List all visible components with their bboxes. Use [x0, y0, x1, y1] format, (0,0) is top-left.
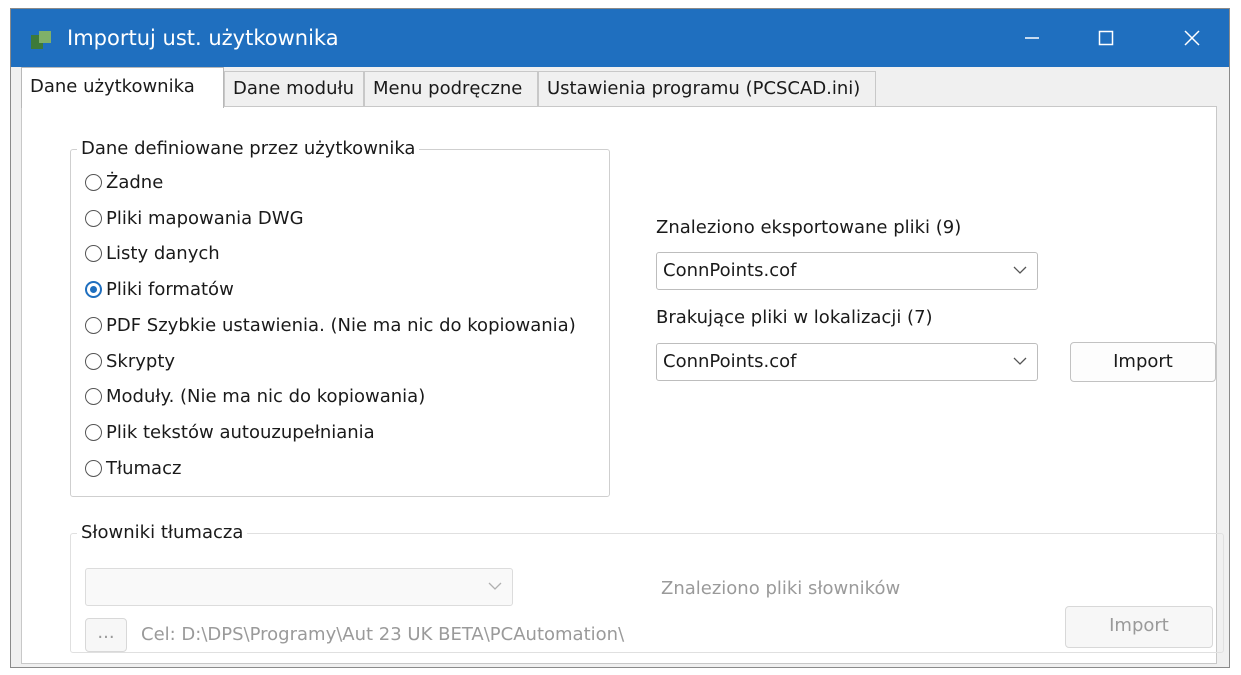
radio-label: Moduły. (Nie ma nic do kopiowania) — [106, 385, 426, 407]
select-value: ConnPoints.cof — [663, 351, 797, 372]
tab-strip: Dane użytkownika Dane modułu Menu podręc… — [11, 67, 1229, 108]
browse-button[interactable]: ... — [85, 618, 127, 652]
found-dictionaries-label: Znaleziono pliki słowników — [661, 578, 901, 599]
missing-files-select[interactable]: ConnPoints.cof — [656, 343, 1038, 381]
tab-user-data[interactable]: Dane użytkownika — [21, 67, 224, 108]
import-user-settings-window: Importuj ust. użytkownika Dane użytkowni… — [10, 8, 1230, 668]
group-legend: Dane definiowane przez użytkownika — [77, 137, 420, 161]
radio-pdf-quick-settings[interactable]: PDF Szybkie ustawienia. (Nie ma nic do k… — [85, 311, 576, 339]
radio-circle — [85, 209, 102, 227]
tab-panel-user-data: Dane definiowane przez użytkownika Żadne… — [21, 106, 1224, 664]
radio-circle — [85, 459, 102, 477]
radio-label: PDF Szybkie ustawienia. (Nie ma nic do k… — [106, 314, 576, 336]
exported-files-label: Znaleziono eksportowane pliki (9) — [656, 217, 962, 238]
radio-dwg-mapping[interactable]: Pliki mapowania DWG — [85, 204, 304, 232]
tab-context-menu[interactable]: Menu podręczne — [364, 71, 538, 106]
dictionary-select[interactable] — [85, 568, 513, 606]
radio-circle — [85, 244, 102, 262]
radio-data-lists[interactable]: Listy danych — [85, 239, 220, 267]
close-button[interactable] — [1155, 9, 1229, 67]
radio-circle — [85, 316, 102, 334]
chevron-down-icon — [1013, 266, 1027, 274]
close-icon — [1184, 30, 1200, 46]
radio-autocomplete-texts[interactable]: Plik tekstów autouzupełniania — [85, 418, 375, 446]
tab-module-data[interactable]: Dane modułu — [224, 71, 364, 106]
radio-circle — [85, 387, 102, 405]
dictionary-import-button[interactable]: Import — [1065, 606, 1213, 648]
title-bar[interactable]: Importuj ust. użytkownika — [11, 9, 1229, 67]
select-value: ConnPoints.cof — [663, 260, 797, 281]
radio-format-files[interactable]: Pliki formatów — [85, 275, 234, 303]
radio-label: Pliki formatów — [106, 278, 234, 300]
maximize-icon — [1098, 30, 1114, 46]
radio-modules[interactable]: Moduły. (Nie ma nic do kopiowania) — [85, 382, 425, 410]
app-icon — [31, 31, 51, 49]
radio-scripts[interactable]: Skrypty — [85, 347, 175, 375]
radio-none[interactable]: Żadne — [85, 168, 163, 196]
radio-circle-selected — [85, 280, 102, 298]
radio-label: Plik tekstów autouzupełniania — [106, 421, 375, 443]
window-title: Importuj ust. użytkownika — [67, 26, 339, 50]
import-button[interactable]: Import — [1070, 342, 1216, 382]
user-data-group: Dane definiowane przez użytkownika Żadne… — [70, 137, 610, 497]
group-legend: Słowniki tłumacza — [77, 521, 248, 545]
minimize-icon — [1025, 37, 1039, 39]
radio-label: Tłumacz — [106, 457, 182, 479]
tab-program-settings[interactable]: Ustawienia programu (PCSCAD.ini) — [538, 71, 876, 106]
exported-files-select[interactable]: ConnPoints.cof — [656, 252, 1038, 290]
radio-label: Żadne — [106, 171, 164, 193]
radio-circle — [85, 352, 102, 370]
radio-translator[interactable]: Tłumacz — [85, 454, 181, 482]
chevron-down-icon — [1013, 357, 1027, 365]
radio-label: Listy danych — [106, 242, 220, 264]
radio-circle — [85, 173, 102, 191]
minimize-button[interactable] — [995, 9, 1069, 67]
radio-circle — [85, 423, 102, 441]
target-path-label: Cel: D:\DPS\Programy\Aut 23 UK BETA\PCAu… — [141, 624, 625, 645]
radio-label: Skrypty — [106, 350, 176, 372]
radio-label: Pliki mapowania DWG — [106, 207, 304, 229]
maximize-button[interactable] — [1069, 9, 1143, 67]
translator-dictionaries-group: Słowniki tłumacza Znaleziono pliki słown… — [70, 521, 1224, 653]
chevron-down-icon — [488, 582, 502, 590]
missing-files-label: Brakujące pliki w lokalizacji (7) — [656, 307, 933, 328]
